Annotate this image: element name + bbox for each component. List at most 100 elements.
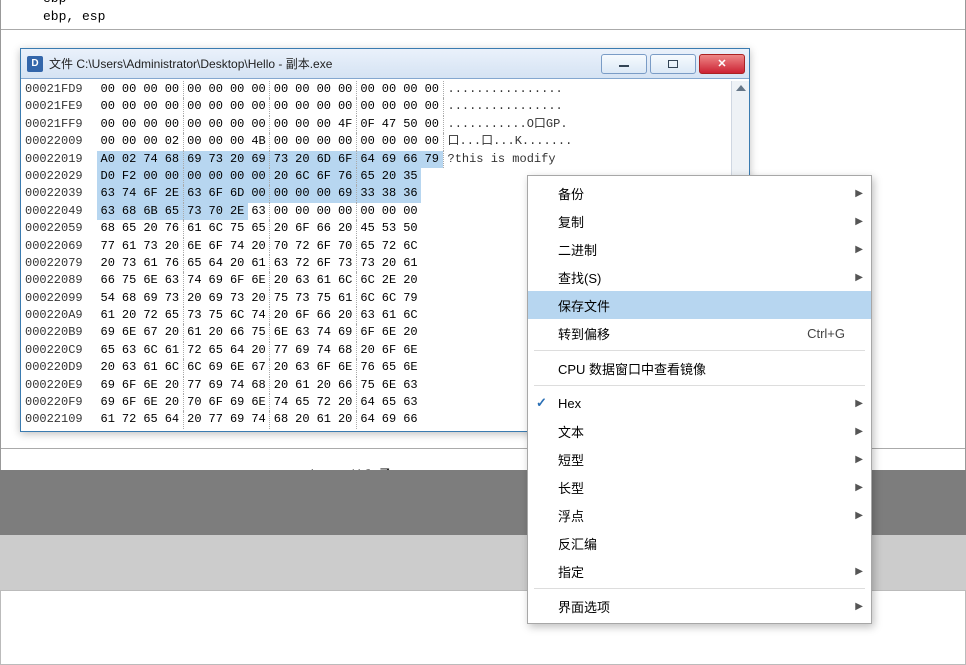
hex-row[interactable]: 00021FE900000000000000000000000000000000… [25,98,731,115]
submenu-arrow-icon: ▶ [855,454,863,465]
menu-item[interactable]: 反汇编 [528,529,871,557]
submenu-arrow-icon: ▶ [855,426,863,437]
ascii-column[interactable]: ...........O口GP. [443,116,568,133]
window-title: 文件 C:\Users\Administrator\Desktop\Hello … [49,55,601,72]
menu-item[interactable]: 短型▶ [528,445,871,473]
hex-row[interactable]: 00021FD900000000000000000000000000000000… [25,81,731,98]
address: 000220B9 [25,324,97,341]
menu-item-label: 反汇编 [558,534,861,553]
menu-item-label: 二进制 [558,240,861,259]
menu-item-label: 短型 [558,450,861,469]
hex-bytes[interactable]: 00000000000000000000000000000000 [97,81,443,98]
hex-bytes[interactable]: 63686B6573702E6300000000000000 [97,203,421,220]
close-button[interactable]: ✕ [699,54,745,74]
hex-bytes[interactable]: 000000020000004B0000000000000000 [97,133,443,150]
menu-item-label: 备份 [558,184,861,203]
menu-item[interactable]: 复制▶ [528,207,871,235]
context-menu: 备份▶复制▶二进制▶查找(S)▶保存文件转到偏移Ctrl+GCPU 数据窗口中查… [527,175,872,624]
menu-separator [534,385,865,386]
hex-row[interactable]: 00022019A00274686973206973206D6F64696679… [25,151,731,168]
menu-item[interactable]: CPU 数据窗口中查看镜像 [528,354,871,382]
address: 00021FF9 [25,116,97,133]
menu-item[interactable]: 长型▶ [528,473,871,501]
hex-bytes[interactable]: 5468697320697320757375616C6C79 [97,290,421,307]
menu-item[interactable]: 备份▶ [528,179,871,207]
hex-bytes[interactable]: 00000000000000000000000000000000 [97,98,443,115]
submenu-arrow-icon: ▶ [855,216,863,227]
menu-item-label: 文本 [558,422,861,441]
hex-bytes[interactable]: 696F6E207769746820612066756E63 [97,377,421,394]
address: 00022009 [25,133,97,150]
disassembly-area: ebp ebp, esp [1,0,965,30]
asm-line: ebp [43,0,923,8]
ascii-column[interactable]: 口...口...K....... [443,133,573,150]
ascii-column[interactable]: ................ [443,98,563,115]
address: 000220E9 [25,377,97,394]
hex-bytes[interactable]: 65636C617265642077697468206F6E [97,342,421,359]
address: 00022099 [25,290,97,307]
hex-bytes[interactable]: D0F2000000000000206C6F76652035 [97,168,421,185]
address: 00022029 [25,168,97,185]
address: 00022109 [25,411,97,428]
hex-bytes[interactable]: 2063616C6C696E6720636F6E76656E [97,359,421,376]
menu-shortcut: Ctrl+G [807,326,845,341]
menu-item-label: CPU 数据窗口中查看镜像 [558,359,861,378]
titlebar[interactable]: D 文件 C:\Users\Administrator\Desktop\Hell… [21,49,749,79]
ascii-column[interactable]: ................ [443,81,563,98]
hex-bytes[interactable]: 6120726573756C74206F662063616C [97,307,421,324]
hex-bytes[interactable]: 696E6720612066756E6374696F6E20 [97,324,421,341]
hex-bytes[interactable]: 776173206E6F742070726F7065726C [97,238,421,255]
hex-bytes[interactable]: 207361766564206163726F73732061 [97,255,421,272]
address: 00022039 [25,185,97,202]
hex-row[interactable]: 00021FF900000000000000000000004F0F475000… [25,116,731,133]
hex-bytes[interactable]: 00000000000000000000004F0F475000 [97,116,443,133]
menu-item[interactable]: 查找(S)▶ [528,263,871,291]
address: 00022049 [25,203,97,220]
menu-item[interactable]: 文本▶ [528,417,871,445]
ascii-column[interactable]: ?this is modify [443,151,556,168]
app-icon: D [27,56,43,72]
address: 00021FE9 [25,98,97,115]
menu-item-label: 浮点 [558,506,861,525]
menu-item-label: 指定 [558,562,861,581]
hex-bytes[interactable]: 68652076616C7565206F6620455350 [97,220,421,237]
menu-item-label: 长型 [558,478,861,497]
menu-item-label: Hex [558,396,861,411]
menu-item[interactable]: 保存文件 [528,291,871,319]
address: 000220D9 [25,359,97,376]
submenu-arrow-icon: ▶ [855,398,863,409]
minimize-button[interactable] [601,54,647,74]
menu-item[interactable]: 界面选项▶ [528,592,871,620]
asm-line: ebp, esp [43,8,923,26]
menu-item-label: 查找(S) [558,268,861,287]
address: 00022019 [25,151,97,168]
submenu-arrow-icon: ▶ [855,482,863,493]
hex-row[interactable]: 00022009000000020000004B0000000000000000… [25,133,731,150]
menu-item[interactable]: 浮点▶ [528,501,871,529]
address: 000220F9 [25,394,97,411]
submenu-arrow-icon: ▶ [855,272,863,283]
hex-bytes[interactable]: 617265642077697468206120646966 [97,411,421,428]
address: 000220A9 [25,307,97,324]
menu-item[interactable]: Hex▶ [528,389,871,417]
hex-bytes[interactable]: 696F6E20706F696E74657220646563 [97,394,421,411]
address: 000220C9 [25,342,97,359]
address: 00021FD9 [25,81,97,98]
hex-bytes[interactable]: 66756E6374696F6E2063616C6C2E20 [97,272,421,289]
hex-bytes[interactable]: A00274686973206973206D6F64696679 [97,151,443,168]
menu-item-label: 复制 [558,212,861,231]
address: 00022089 [25,272,97,289]
maximize-button[interactable] [650,54,696,74]
menu-separator [534,588,865,589]
submenu-arrow-icon: ▶ [855,188,863,199]
submenu-arrow-icon: ▶ [855,601,863,612]
menu-item[interactable]: 二进制▶ [528,235,871,263]
menu-item-label: 界面选项 [558,597,861,616]
submenu-arrow-icon: ▶ [855,244,863,255]
address: 00022069 [25,238,97,255]
menu-item[interactable]: 指定▶ [528,557,871,585]
menu-separator [534,350,865,351]
submenu-arrow-icon: ▶ [855,510,863,521]
menu-item[interactable]: 转到偏移Ctrl+G [528,319,871,347]
hex-bytes[interactable]: 63746F2E636F6D0000000069333836 [97,185,421,202]
